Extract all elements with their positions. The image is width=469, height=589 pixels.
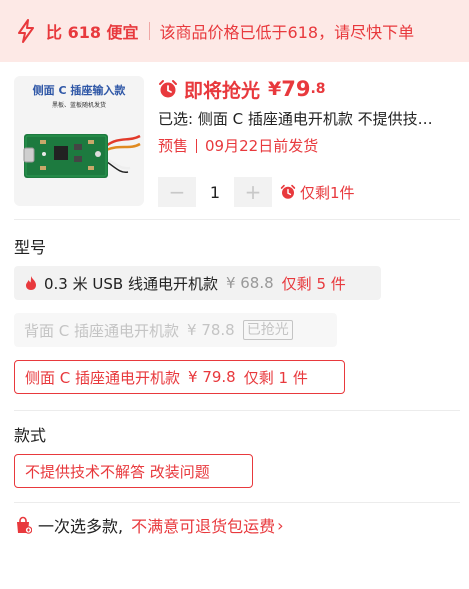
remaining-stock: 仅剩1件: [300, 183, 355, 202]
price-integer: 79: [281, 77, 311, 101]
option-stock: 仅剩 1 件: [243, 368, 308, 387]
product-info: 即将抢光 ¥ 79 .8 已选: 侧面 C 插座通电开机款 不提供技术不解答 改…: [158, 76, 460, 207]
presale-row: 预售 09月22日前发货: [158, 135, 460, 156]
ship-date: 09月22日前发货: [205, 137, 319, 155]
banner-title: 比 618 便宜: [46, 23, 139, 42]
thumbnail-title: 侧面 C 插座输入款: [32, 84, 126, 97]
product-summary: 侧面 C 插座输入款 黑板、蓝板随机发货 即将抢光 ¥ 79 .8 已选: 侧面…: [14, 76, 460, 212]
alarm-clock-icon: [159, 80, 177, 98]
model-option-back-c[interactable]: 背面 C 插座通电开机款 ¥ 78.8 已抢光: [14, 313, 337, 347]
selected-variant-text: 已选: 侧面 C 插座通电开机款 不提供技术不解答 改装问题: [158, 110, 440, 128]
option-price: ¥ 79.8: [188, 368, 236, 386]
quantity-value[interactable]: 1: [196, 183, 234, 202]
sold-out-badge: 已抢光: [242, 320, 293, 340]
increase-quantity-button[interactable]: +: [234, 177, 272, 207]
model-option-usb[interactable]: 0.3 米 USB 线通电开机款 ¥ 68.8 仅剩 5 件: [14, 266, 381, 300]
section-divider: [14, 219, 460, 220]
lightning-icon: [18, 19, 34, 43]
price-banner: 比 618 便宜 该商品价格已低于618，请尽快下单: [0, 0, 469, 62]
option-price: ¥ 78.8: [187, 321, 235, 339]
section-divider: [14, 502, 460, 503]
style-option-no-support[interactable]: 不提供技术不解答 改装问题: [14, 454, 253, 488]
return-policy-link[interactable]: 不满意可退货包运费: [131, 513, 275, 537]
circuit-board-image: [23, 134, 141, 178]
presale-divider: [196, 138, 198, 153]
chevron-right-icon: ›: [277, 515, 284, 535]
model-option-side-c[interactable]: 侧面 C 插座通电开机款 ¥ 79.8 仅剩 1 件: [14, 360, 345, 394]
product-thumbnail[interactable]: 侧面 C 插座输入款 黑板、蓝板随机发货: [14, 76, 144, 206]
alarm-clock-icon: [280, 184, 296, 199]
footer-lead-text: 一次选多款,: [38, 517, 124, 536]
shopping-bag-icon: [17, 516, 32, 534]
flash-sale-label: 即将抢光: [184, 79, 261, 102]
option-label: 不提供技术不解答 改装问题: [25, 462, 210, 481]
style-section-title: 款式: [14, 426, 47, 445]
fire-icon: [26, 276, 36, 290]
price-decimal: .8: [310, 81, 326, 97]
section-divider: [14, 410, 460, 411]
option-label: 侧面 C 插座通电开机款: [25, 368, 181, 387]
currency-symbol: ¥: [268, 78, 282, 100]
option-label: 背面 C 插座通电开机款: [24, 321, 180, 340]
option-price: ¥ 68.8: [225, 274, 274, 292]
presale-label: 预售: [158, 137, 189, 155]
multi-select-return-link[interactable]: 一次选多款, 不满意可退货包运费 ›: [14, 513, 284, 537]
banner-divider: [148, 22, 150, 40]
banner-message: 该商品价格已低于618，请尽快下单: [159, 23, 415, 42]
decrease-quantity-button[interactable]: −: [158, 177, 196, 207]
flash-sale-row: 即将抢光 ¥ 79 .8: [158, 76, 460, 102]
quantity-stepper: − 1 + 仅剩1件: [158, 177, 355, 207]
option-stock: 仅剩 5 件: [281, 274, 346, 293]
option-label: 0.3 米 USB 线通电开机款: [44, 274, 218, 293]
model-section-title: 型号: [14, 238, 47, 257]
